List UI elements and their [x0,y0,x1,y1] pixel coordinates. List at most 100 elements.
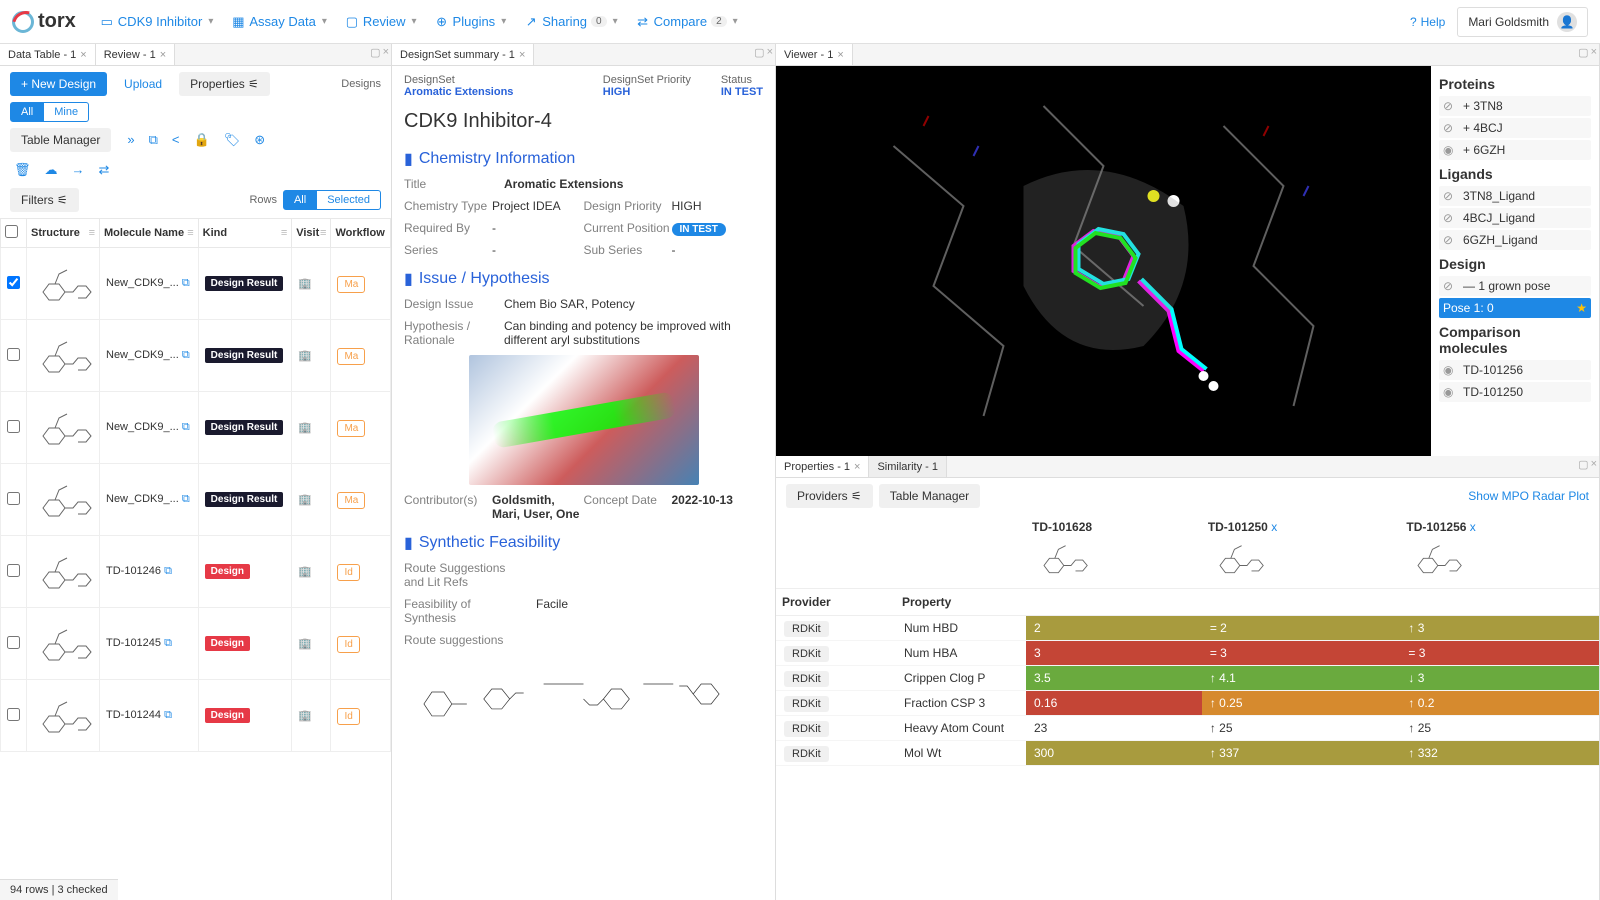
new-design-button[interactable]: + New Design [10,72,107,96]
maximize-icon[interactable]: ▢ [754,46,764,59]
props-table-manager-button[interactable]: Table Manager [879,484,980,508]
swap-icon[interactable]: ⇄ [99,162,110,178]
grown-pose-item[interactable]: ⊘— 1 grown pose [1439,276,1591,296]
eye-off-icon: ⊘ [1443,121,1457,135]
workflow-button[interactable]: Id [337,708,359,725]
menu-project[interactable]: ▭ CDK9 Inhibitor ▾ [92,10,222,33]
pose-item[interactable]: Pose 1: 0★ [1439,298,1591,318]
providers-button[interactable]: Providers ⚟ [786,484,873,508]
table-manager-button[interactable]: Table Manager [10,128,111,152]
workflow-button[interactable]: Ma [337,492,365,509]
col-kind[interactable]: Kind≡ [198,219,292,248]
workflow-button[interactable]: Ma [337,420,365,437]
user-chip[interactable]: Mari Goldsmith 👤 [1457,7,1588,37]
properties-button[interactable]: Properties ⚟ [179,72,270,96]
viewer-item[interactable]: ⊘+ 4BCJ [1439,118,1591,138]
pill-mine[interactable]: Mine [44,102,89,122]
tab-review[interactable]: Review - 1× [96,44,175,65]
table-row[interactable]: TD-101244 ⧉Design🏢Id [1,680,391,752]
tab-similarity[interactable]: Similarity - 1 [869,456,947,477]
pill-all[interactable]: All [10,102,44,122]
help-link[interactable]: ? Help [1410,15,1445,29]
row-checkbox[interactable] [7,420,20,433]
row-checkbox[interactable] [7,492,20,505]
globe-icon[interactable]: ⊛ [254,132,265,148]
col-name[interactable]: Molecule Name≡ [100,219,199,248]
workflow-button[interactable]: Id [337,564,359,581]
viewer-3d[interactable]: Proteins ⊘+ 3TN8⊘+ 4BCJ◉+ 6GZH Ligands ⊘… [776,66,1599,456]
tab-properties[interactable]: Properties - 1× [776,456,869,477]
link-icon[interactable]: ⧉ [182,349,190,361]
table-row[interactable]: New_CDK9_... ⧉Design Result🏢Ma [1,320,391,392]
table-row[interactable]: New_CDK9_... ⧉Design Result🏢Ma [1,248,391,320]
tab-data-table[interactable]: Data Table - 1× [0,44,96,65]
row-checkbox[interactable] [7,708,20,721]
row-checkbox[interactable] [7,276,20,289]
row-checkbox[interactable] [7,348,20,361]
copy-icon[interactable]: ⧉ [149,132,158,148]
pill-rows-all[interactable]: All [283,190,317,210]
menu-assay-data[interactable]: ▦ Assay Data ▾ [223,10,335,33]
close-panel-icon[interactable]: × [383,46,389,59]
cloud-icon[interactable]: ☁ [45,162,58,178]
maximize-icon[interactable]: ▢ [1578,46,1588,59]
tab-designset-summary[interactable]: DesignSet summary - 1× [392,44,534,65]
close-icon[interactable]: × [837,49,843,61]
close-panel-icon[interactable]: × [767,46,773,59]
close-icon[interactable]: × [80,49,86,61]
col-structure[interactable]: Structure≡ [27,219,100,248]
menu-sharing[interactable]: ↗ Sharing 0 ▾ [516,10,625,33]
menu-compare[interactable]: ⇄ Compare 2 ▾ [628,10,746,33]
close-panel-icon[interactable]: × [1591,46,1597,59]
section-issue: ▮Issue / Hypothesis [392,261,775,293]
workflow-button[interactable]: Ma [337,276,365,293]
share-icon[interactable]: < [172,132,180,148]
table-row[interactable]: New_CDK9_... ⧉Design Result🏢Ma [1,464,391,536]
maximize-icon[interactable]: ▢ [370,46,380,59]
menu-plugins[interactable]: ⊕ Plugins ▾ [427,10,515,33]
chevron-down-icon: ▾ [733,16,738,27]
viewer-item[interactable]: ⊘3TN8_Ligand [1439,186,1591,206]
select-all-checkbox[interactable] [5,225,18,238]
tag-icon[interactable]: 🏷 [224,132,241,148]
close-icon[interactable]: × [519,49,525,61]
close-icon[interactable]: × [160,49,166,61]
link-icon[interactable]: ⧉ [164,637,172,649]
remove-mol-icon[interactable]: x [1470,520,1476,534]
close-icon[interactable]: × [854,461,860,473]
tab-viewer[interactable]: Viewer - 1× [776,44,853,65]
viewer-item[interactable]: ◉TD-101250 [1439,382,1591,402]
link-icon[interactable]: ⧉ [182,421,190,433]
table-row[interactable]: TD-101246 ⧉Design🏢Id [1,536,391,608]
viewer-item[interactable]: ◉TD-101256 [1439,360,1591,380]
upload-button[interactable]: Upload [113,72,173,96]
col-visit[interactable]: Visit≡ [292,219,331,248]
row-checkbox[interactable] [7,564,20,577]
arrow-right-icon[interactable]: → [72,162,85,178]
expand-icon[interactable]: » [127,132,134,148]
link-icon[interactable]: ⧉ [182,277,190,289]
structure-cell [27,320,100,392]
viewer-item[interactable]: ⊘+ 3TN8 [1439,96,1591,116]
link-icon[interactable]: ⧉ [182,493,190,505]
workflow-button[interactable]: Ma [337,348,365,365]
viewer-item[interactable]: ◉+ 6GZH [1439,140,1591,160]
lock-icon[interactable]: 🔒 [194,132,210,148]
workflow-button[interactable]: Id [337,636,359,653]
trash-icon[interactable]: 🗑 [14,162,31,178]
filters-button[interactable]: Filters ⚟ [10,188,79,212]
table-row[interactable]: New_CDK9_... ⧉Design Result🏢Ma [1,392,391,464]
link-icon[interactable]: ⧉ [164,709,172,721]
table-row[interactable]: TD-101245 ⧉Design🏢Id [1,608,391,680]
link-icon[interactable]: ⧉ [164,565,172,577]
row-checkbox[interactable] [7,636,20,649]
menu-review[interactable]: ▢ Review ▾ [337,10,425,33]
remove-mol-icon[interactable]: x [1271,520,1277,534]
close-panel-icon[interactable]: × [1591,458,1597,471]
col-workflow[interactable]: Workflow [331,219,391,248]
pill-rows-selected[interactable]: Selected [317,190,381,210]
viewer-item[interactable]: ⊘6GZH_Ligand [1439,230,1591,250]
maximize-icon[interactable]: ▢ [1578,458,1588,471]
viewer-item[interactable]: ⊘4BCJ_Ligand [1439,208,1591,228]
radar-plot-link[interactable]: Show MPO Radar Plot [1468,489,1589,503]
